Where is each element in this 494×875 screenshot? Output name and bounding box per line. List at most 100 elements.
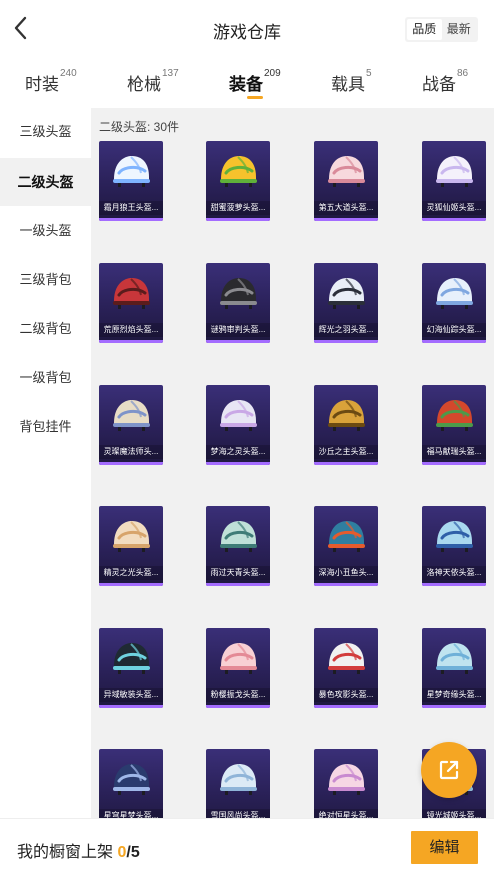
helmet-icon [436,156,473,187]
item-name: 甜蜜菠萝头盔... [206,201,270,215]
helmet-item-card[interactable]: 第五大道头盔... [314,141,378,221]
item-name: 暴色攻影头盔... [314,688,378,702]
helmet-item-card[interactable]: 绝对恒星头盔... [314,749,378,818]
item-name: 幻海仙踪头盔... [422,323,486,337]
helmet-item-card[interactable]: 雪国风尚头盔... [206,749,270,818]
helmet-icon [113,521,150,552]
helmet-item-card[interactable]: 星穹星梦头盔... [99,749,163,818]
helmet-icon [220,521,257,552]
sidebar-item-level3-helmet[interactable]: 三级头盔 [0,108,91,156]
tab-label: 载具 [331,75,365,94]
item-name: 荒原烈焰头盔... [99,323,163,337]
item-grid-area: 二级头盔: 30件 霜月狼王头盔... 甜蜜菠萝头盔... 第五大道头盔... 灵狐仙… [91,108,494,818]
item-name: 洛神天依头盔... [422,566,486,580]
helmet-icon [328,764,365,795]
sidebar-item-level3-backpack[interactable]: 三级背包 [0,256,91,304]
item-name: 镜光城姬头盔... [422,809,486,818]
sidebar: 三级头盔 二级头盔 一级头盔 三级背包 二级背包 一级背包 背包挂件 [0,108,91,818]
helmet-item-card[interactable]: 星梦奇缘头盔... [422,628,486,708]
tab-fashion[interactable]: 时装240 [25,68,77,95]
helmet-item-card[interactable]: 深海小丑鱼头... [314,506,378,586]
tab-count: 209 [264,68,281,79]
item-name: 梦海之灵头盔... [206,445,270,459]
sidebar-item-level1-helmet[interactable]: 一级头盔 [0,207,91,255]
item-name: 粉樱振戈头盔... [206,688,270,702]
helmet-item-card[interactable]: 灵璨魔法师头... [99,385,163,465]
helmet-icon [436,643,473,674]
open-external-icon [439,760,459,780]
helmet-item-card[interactable]: 雨过天青头盔... [206,506,270,586]
item-name: 灵璨魔法师头... [99,445,163,459]
tab-label: 时装 [25,75,59,94]
sidebar-item-level2-helmet[interactable]: 二级头盔 [0,158,91,206]
item-name: 沙丘之主头盔... [314,445,378,459]
helmet-icon [113,400,150,431]
sidebar-item-backpack-charm[interactable]: 背包挂件 [0,403,91,451]
helmet-item-card[interactable]: 沙丘之主头盔... [314,385,378,465]
bottom-bar: 我的橱窗上架 0/5 编辑 [0,818,494,875]
helmet-item-card[interactable]: 福马献瑞头盔... [422,385,486,465]
helmet-icon [436,400,473,431]
item-name: 第五大道头盔... [314,201,378,215]
item-name: 雨过天青头盔... [206,566,270,580]
sort-quality-button[interactable]: 品质 [407,19,442,40]
category-tabs: 时装240 枪械137 装备209 载具5 战备86 [0,62,494,106]
tab-vehicles[interactable]: 载具5 [331,68,372,95]
item-name: 辉光之羽头盔... [314,323,378,337]
tab-label: 装备 [229,75,263,94]
helmet-item-card[interactable]: 谜鸦审判头盔... [206,263,270,343]
tab-firearms[interactable]: 枪械137 [127,68,179,95]
helmet-icon [113,643,150,674]
helmet-icon [328,521,365,552]
helmet-icon [220,156,257,187]
helmet-icon [220,400,257,431]
helmet-icon [113,278,150,309]
tab-count: 86 [457,68,469,79]
sort-toggle: 品质 最新 [405,17,478,42]
tab-equipment[interactable]: 装备209 [229,68,281,95]
edit-button[interactable]: 编辑 [411,831,478,864]
item-name: 雪国风尚头盔... [206,809,270,818]
helmet-icon [113,156,150,187]
helmet-icon [113,764,150,795]
item-name: 星穹星梦头盔... [99,809,163,818]
item-name: 深海小丑鱼头... [314,566,378,580]
tab-war-prep[interactable]: 战备86 [422,68,469,95]
item-name: 谜鸦审判头盔... [206,323,270,337]
helmet-icon [220,764,257,795]
sidebar-item-level2-backpack[interactable]: 二级背包 [0,305,91,353]
helmet-item-card[interactable]: 梦海之灵头盔... [206,385,270,465]
helmet-item-card[interactable]: 异域敏装头盔... [99,628,163,708]
item-name: 异域敏装头盔... [99,688,163,702]
helmet-item-card[interactable]: 幻海仙踪头盔... [422,263,486,343]
item-name: 福马献瑞头盔... [422,445,486,459]
tab-count: 137 [162,68,179,79]
helmet-item-card[interactable]: 甜蜜菠萝头盔... [206,141,270,221]
helmet-icon [328,400,365,431]
sidebar-item-level1-backpack[interactable]: 一级背包 [0,354,91,402]
helmet-item-card[interactable]: 精灵之光头盔... [99,506,163,586]
helmet-icon [220,643,257,674]
tab-count: 5 [366,68,372,79]
helmet-icon [436,521,473,552]
helmet-icon [328,156,365,187]
helmet-item-card[interactable]: 霜月狼王头盔... [99,141,163,221]
item-name: 灵狐仙姬头盔... [422,201,486,215]
helmet-item-card[interactable]: 洛神天依头盔... [422,506,486,586]
tab-label: 战备 [422,75,456,94]
item-name: 绝对恒星头盔... [314,809,378,818]
helmet-item-card[interactable]: 灵狐仙姬头盔... [422,141,486,221]
share-fab-button[interactable] [421,742,477,798]
tab-label: 枪械 [127,75,161,94]
helmet-item-card[interactable]: 粉樱振戈头盔... [206,628,270,708]
top-bar: 游戏仓库 品质 最新 [0,0,494,58]
sort-newest-button[interactable]: 最新 [442,19,477,40]
helmet-item-card[interactable]: 暴色攻影头盔... [314,628,378,708]
helmet-item-card[interactable]: 辉光之羽头盔... [314,263,378,343]
helmet-icon [436,278,473,309]
item-name: 星梦奇缘头盔... [422,688,486,702]
item-count-label: 二级头盔: 30件 [99,120,180,134]
showcase-max-count: /5 [126,844,140,861]
helmet-item-card[interactable]: 荒原烈焰头盔... [99,263,163,343]
item-name: 霜月狼王头盔... [99,201,163,215]
